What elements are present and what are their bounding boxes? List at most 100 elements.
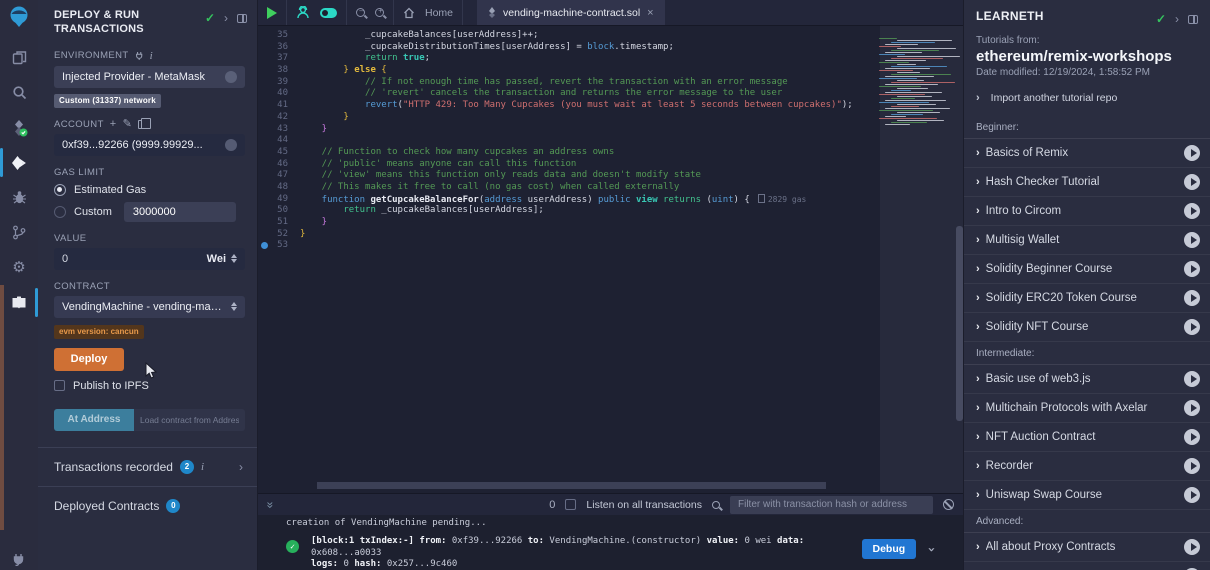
code-line[interactable]: 44 (258, 135, 880, 147)
deploy-button[interactable]: Deploy (54, 348, 124, 371)
close-tab-icon[interactable]: × (647, 7, 653, 19)
horizontal-scrollbar[interactable] (317, 482, 826, 489)
line-number[interactable]: 45 (258, 147, 288, 159)
chevron-right-icon[interactable]: › (976, 263, 980, 275)
code-line[interactable]: 40 // 'revert' cancels the transaction a… (258, 88, 880, 100)
pin-panel-icon[interactable] (237, 14, 247, 23)
filter-input[interactable] (730, 496, 933, 514)
tutorial-item[interactable]: ›Multichain Protocols with Axelar (964, 394, 1210, 423)
play-tutorial-icon[interactable] (1184, 174, 1200, 190)
code-line[interactable]: 52} (258, 229, 880, 241)
estimated-gas-radio[interactable] (54, 184, 66, 196)
tutorial-item[interactable]: ›All about Proxy Contracts (964, 533, 1210, 562)
transactions-recorded-row[interactable]: Transactions recorded 2 i › (38, 448, 257, 487)
file-tab[interactable]: vending-machine-contract.sol × (477, 0, 665, 25)
play-tutorial-icon[interactable] (1184, 371, 1200, 387)
code-line[interactable]: 49 function getCupcakeBalanceFor(address… (258, 194, 880, 206)
chevron-right-icon[interactable]: › (976, 176, 980, 188)
settings-icon[interactable]: ⚙ (0, 250, 38, 285)
line-number[interactable]: 36 (258, 42, 288, 54)
line-number[interactable]: 50 (258, 205, 288, 217)
code-editor[interactable]: 35 _cupcakeBalances[userAddress]++;36 _c… (258, 26, 963, 493)
code-line[interactable]: 41 revert("HTTP 429: Too Many Cupcakes (… (258, 100, 880, 112)
code-line[interactable]: 46 // 'public' means anyone can call thi… (258, 159, 880, 171)
play-tutorial-icon[interactable] (1184, 203, 1200, 219)
search-icon[interactable] (712, 501, 720, 509)
chevron-right-icon[interactable]: › (224, 12, 228, 24)
line-number[interactable]: 37 (258, 53, 288, 65)
tutorial-item[interactable]: ›Basics of Remix (964, 139, 1210, 168)
code-lines[interactable]: 35 _cupcakeBalances[userAddress]++;36 _c… (258, 30, 880, 252)
add-account-icon[interactable]: + (110, 119, 117, 130)
pin-panel-icon[interactable] (1188, 15, 1198, 24)
chevron-right-icon[interactable]: › (976, 234, 980, 246)
tutorial-item[interactable]: ›Intro to Circom (964, 197, 1210, 226)
vertical-scrollbar[interactable] (956, 226, 963, 421)
ai-copilot-toggle[interactable] (320, 8, 337, 18)
clear-console-icon[interactable] (943, 499, 954, 510)
line-number[interactable]: 42 (258, 112, 288, 124)
play-tutorial-icon[interactable] (1184, 232, 1200, 248)
code-line[interactable]: 43 } (258, 124, 880, 136)
account-select[interactable]: 0xf39...92266 (9999.99929... (54, 134, 245, 156)
rail-scrollbar[interactable] (0, 285, 4, 530)
learneth-icon[interactable] (0, 285, 38, 320)
listen-checkbox[interactable] (565, 499, 576, 510)
tutorial-item[interactable]: ›Basic use of web3.js (964, 365, 1210, 394)
code-line[interactable]: 35 _cupcakeBalances[userAddress]++; (258, 30, 880, 42)
code-line[interactable]: 48 // This makes it free to call (no gas… (258, 182, 880, 194)
deploy-run-icon[interactable] (0, 145, 38, 180)
code-line[interactable]: 38 } else { (258, 65, 880, 77)
at-address-input[interactable] (134, 409, 245, 431)
play-tutorial-icon[interactable] (1184, 261, 1200, 277)
line-number[interactable]: 51 (258, 217, 288, 229)
info-icon[interactable]: i (150, 50, 153, 62)
tutorial-item[interactable]: ›Recorder (964, 452, 1210, 481)
copy-icon[interactable] (138, 120, 146, 129)
line-number[interactable]: 47 (258, 170, 288, 182)
play-tutorial-icon[interactable] (1184, 458, 1200, 474)
play-tutorial-icon[interactable] (1184, 539, 1200, 555)
custom-gas-input[interactable]: 3000000 (124, 202, 236, 222)
code-line[interactable]: 51 } (258, 217, 880, 229)
play-tutorial-icon[interactable] (1184, 400, 1200, 416)
play-tutorial-icon[interactable] (1184, 429, 1200, 445)
value-unit-select[interactable]: Wei (207, 253, 226, 265)
zoom-in-icon[interactable]: + (375, 8, 384, 17)
minimap[interactable] (879, 38, 957, 128)
environment-select[interactable]: Injected Provider - MetaMask (54, 66, 245, 88)
chevron-right-icon[interactable]: › (976, 373, 980, 385)
chevron-right-icon[interactable]: › (976, 147, 980, 159)
collapse-terminal-icon[interactable]: » (264, 501, 276, 508)
solidity-compiler-icon[interactable] (0, 110, 38, 145)
publish-ipfs-checkbox[interactable] (54, 380, 65, 391)
line-number[interactable]: 49 (258, 194, 288, 206)
tutorial-item[interactable]: ›Deploy with Libraries (964, 562, 1210, 570)
line-number[interactable]: 39 (258, 77, 288, 89)
chevron-right-icon[interactable]: › (1175, 13, 1179, 25)
play-tutorial-icon[interactable] (1184, 319, 1200, 335)
edit-icon[interactable]: ✎ (123, 119, 133, 130)
line-number[interactable]: 52 (258, 229, 288, 241)
line-number[interactable]: 46 (258, 159, 288, 171)
debugger-icon[interactable] (0, 180, 38, 215)
contract-select[interactable]: VendingMachine - vending-machin (54, 296, 245, 318)
file-explorer-icon[interactable] (0, 40, 38, 75)
line-number[interactable]: 38 (258, 65, 288, 77)
remixai-assistant-icon[interactable] (296, 6, 310, 20)
expand-log-icon[interactable]: › (924, 545, 939, 553)
at-address-button[interactable]: At Address (54, 409, 134, 431)
code-line[interactable]: 53 (258, 240, 880, 252)
deployed-contracts-row[interactable]: Deployed Contracts 0 (38, 487, 257, 525)
tutorial-item[interactable]: ›Hash Checker Tutorial (964, 168, 1210, 197)
play-tutorial-icon[interactable] (1184, 290, 1200, 306)
plugin-manager-icon[interactable] (0, 552, 38, 566)
line-number[interactable]: 41 (258, 100, 288, 112)
home-tab[interactable]: Home (394, 0, 463, 25)
line-number[interactable]: 40 (258, 88, 288, 100)
run-script-icon[interactable] (267, 7, 277, 19)
unit-stepper-icon[interactable] (231, 254, 237, 263)
code-line[interactable]: 45 // Function to check how many cupcake… (258, 147, 880, 159)
code-line[interactable]: 39 // If not enough time has passed, rev… (258, 77, 880, 89)
chevron-right-icon[interactable]: › (239, 461, 243, 473)
